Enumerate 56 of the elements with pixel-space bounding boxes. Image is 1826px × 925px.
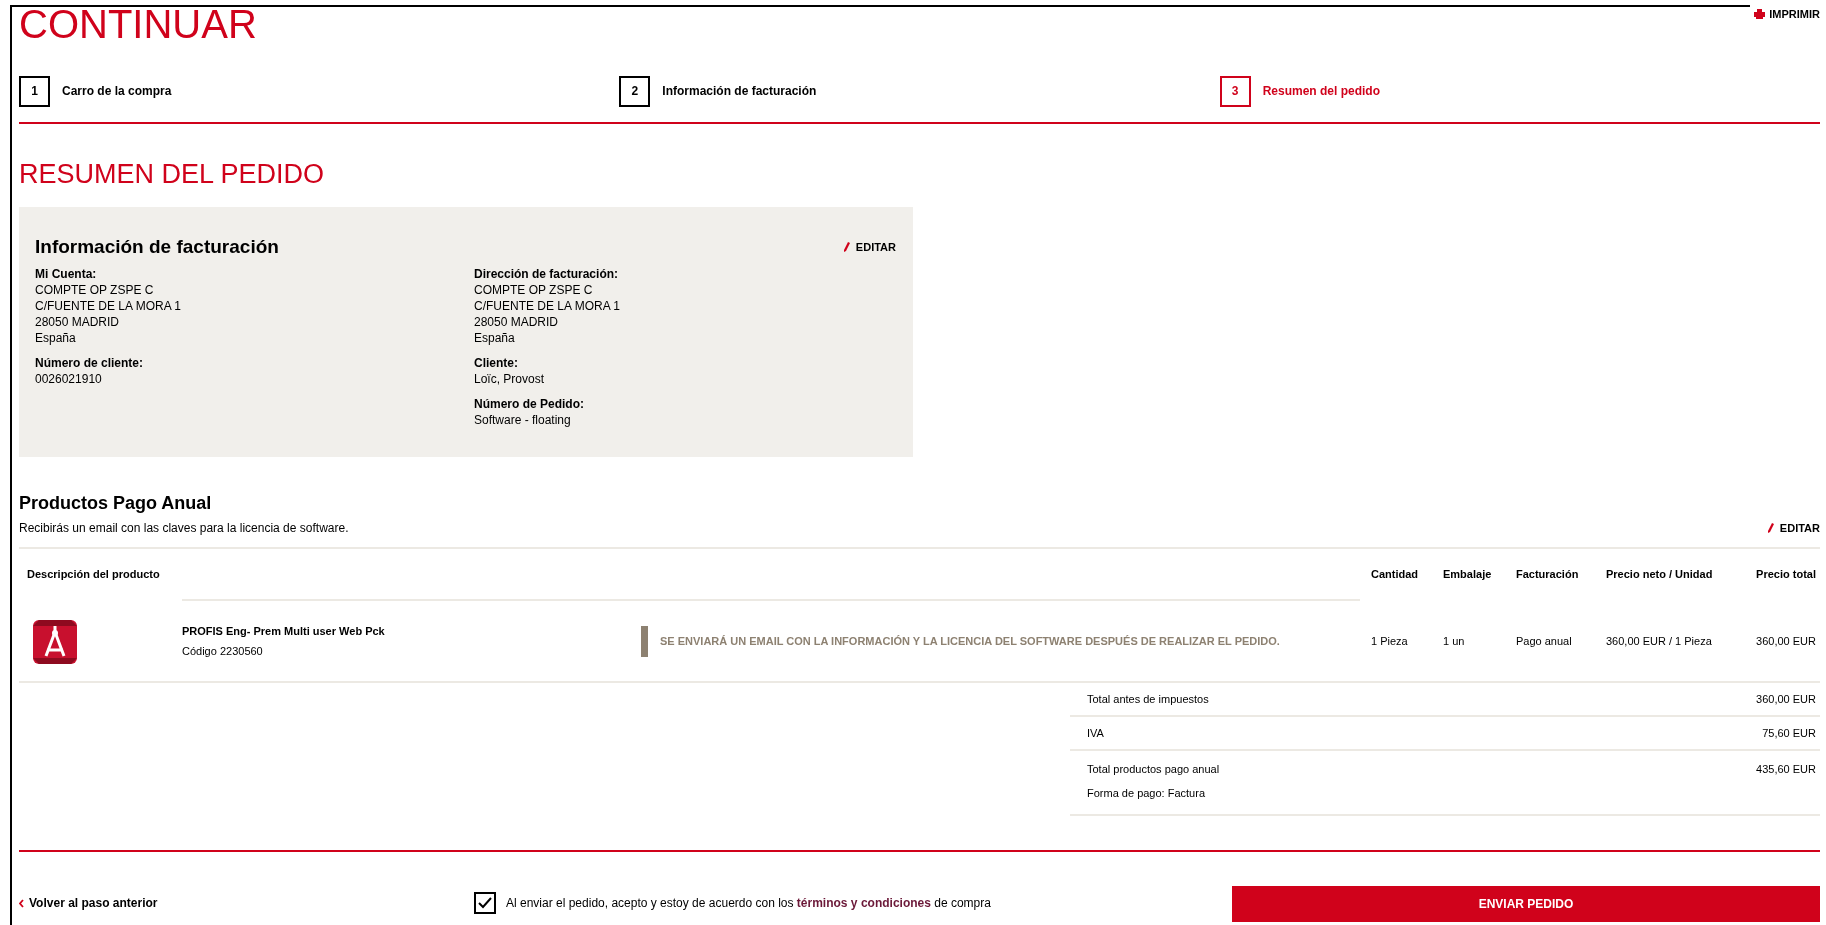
product-code: Código 2230560 [182,643,264,659]
table-cell: 1 Pieza [1371,634,1408,647]
field-value: España [35,329,77,346]
table-cell: 360,00 EUR [1756,634,1816,647]
edit-link[interactable]: EDITAR [1766,519,1820,537]
pencil-icon [842,241,850,253]
table-cell: 1 un [1443,634,1465,647]
field-label: Mi Cuenta: [35,265,98,282]
back-link[interactable]: Volver al paso anterior [19,894,474,912]
terms-text: Al enviar el pedido, acepto y estoy de acuerdo con los términos y condiciones de compra [506,895,991,912]
field-value: Software - floating [474,411,572,428]
field-label: Número de Pedido: [474,395,585,412]
section-heading: Productos Pago Anual [19,492,213,515]
total-value: 360,00 EUR [1756,691,1816,707]
column-header: Precio total [1756,567,1816,580]
column-header: Embalaje [1443,567,1492,580]
card-heading: Información de facturación [35,235,279,259]
step-tab[interactable]: 1 Carro de la compra [19,75,172,107]
column-header: Facturación [1516,567,1579,580]
page-heading: CONTINUAR [19,1,257,48]
table-cell: 360,00 EUR / 1 Pieza [1606,634,1712,647]
field-value: C/FUENTE DE LA MORA 1 [35,297,183,314]
field-value: COMPTE OP ZSPE C [35,281,155,298]
column-header: Descripción del producto [27,567,160,580]
product-name: PROFIS Eng- Prem Multi user Web Pck [182,624,386,639]
total-label: Total productos pago anual [1087,762,1220,777]
total-label: IVA [1087,725,1104,741]
section-heading: RESUMEN DEL PEDIDO [19,158,326,191]
table-cell: Pago anual [1516,634,1572,647]
field-value: COMPTE OP ZSPE C [474,281,594,298]
check-icon [478,897,492,909]
submit-order-button[interactable]: ENVIAR PEDIDO [1232,886,1820,922]
field-label: Dirección de facturación: [474,265,620,282]
field-value: 0026021910 [35,370,103,387]
field-value: C/FUENTE DE LA MORA 1 [474,297,622,314]
notice-banner: SE ENVIARÁ UN EMAIL CON LA INFORMACIÓN Y LA LICENCIA DEL SOFTWARE DESPUÉS DE REALIZAR EL PEDIDO. [641,625,1371,657]
pencil-icon [1766,522,1774,534]
print-link[interactable]: IMPRIMIR [1754,6,1820,23]
payment-method: Forma de pago: Factura [1087,785,1206,801]
field-value: Loïc, Provost [474,370,546,387]
field-value: España [474,329,516,346]
field-value: 28050 MADRID [35,313,121,330]
step-tab[interactable]: 3 Resumen del pedido [1219,75,1380,107]
column-header: Precio neto / Unidad [1606,567,1713,580]
edit-link[interactable]: EDITAR [842,239,896,256]
total-value: 75,60 EUR [1762,725,1816,741]
column-header: Cantidad [1371,567,1419,580]
total-value: 435,60 EUR [1756,762,1816,777]
field-value: 28050 MADRID [474,313,560,330]
step-tab[interactable]: 2 Información de facturación [619,75,817,107]
total-label: Total antes de impuestos [1087,691,1209,707]
section-description: Recibirás un email con las claves para la licencia de software. [19,520,349,537]
field-label: Cliente: [474,354,519,371]
field-label: Número de cliente: [35,354,145,371]
chevron-left-icon [19,898,24,908]
terms-checkbox[interactable] [474,892,496,914]
